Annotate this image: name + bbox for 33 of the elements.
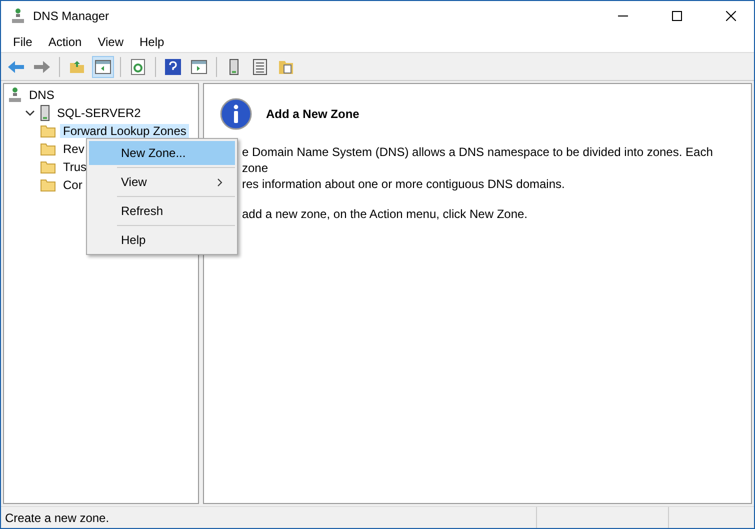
context-menu-item[interactable]: Refresh xyxy=(89,199,235,223)
folder-icon xyxy=(40,124,56,138)
folder-icon xyxy=(40,142,56,156)
app-icon xyxy=(11,8,25,24)
content-paragraph: e Domain Name System (DNS) allows a DNS namespace to be divided into zones. Each zone res information about one or more contiguous DNS domains. xyxy=(242,144,714,192)
folder-up-icon xyxy=(69,60,85,74)
context-menu-item[interactable]: New Zone... xyxy=(89,141,235,165)
context-menu-item[interactable]: Help xyxy=(89,228,235,252)
tree-item[interactable]: Cor xyxy=(60,178,86,192)
chevron-down-icon[interactable] xyxy=(25,109,35,117)
network-icon xyxy=(8,87,22,103)
window-title: DNS Manager xyxy=(33,9,110,23)
menu-item[interactable]: Action xyxy=(40,34,90,48)
server-icon xyxy=(229,58,239,74)
folder-icon xyxy=(40,160,56,174)
folder-icon xyxy=(40,178,56,192)
info-icon xyxy=(220,98,252,130)
context-menu-item[interactable]: View xyxy=(89,170,235,194)
close-icon xyxy=(726,11,736,21)
tree-item[interactable]: SQL-SERVER2 xyxy=(54,106,144,120)
content-title: Add a New Zone xyxy=(266,107,360,121)
tree-item[interactable]: Forward Lookup Zones xyxy=(60,124,190,138)
server-icon xyxy=(40,105,50,121)
tree-toggle-button[interactable] xyxy=(92,56,114,78)
status-text: Create a new zone. xyxy=(4,510,110,524)
menu-item[interactable]: File xyxy=(5,34,40,48)
menu-item[interactable]: View xyxy=(90,34,132,48)
maximize-icon xyxy=(672,11,682,21)
menu-item[interactable]: Help xyxy=(132,34,172,48)
content-paragraph: add a new zone, on the Action menu, click New Zone. xyxy=(242,206,528,222)
tree-item[interactable]: Trus xyxy=(60,160,90,174)
tree-item[interactable]: Rev xyxy=(60,142,88,156)
tree-item[interactable]: DNS xyxy=(26,88,58,102)
